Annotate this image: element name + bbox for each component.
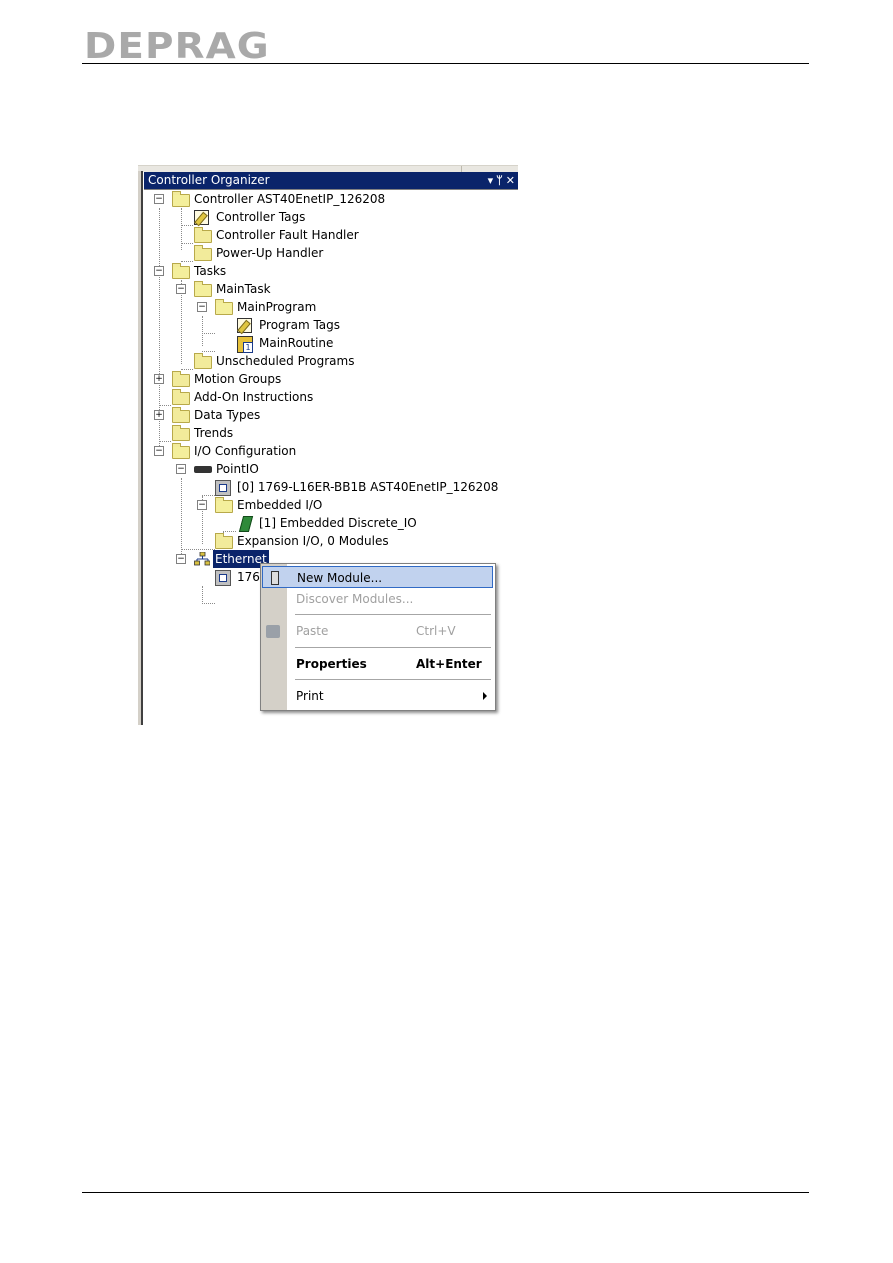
routine-icon bbox=[237, 336, 253, 353]
pin-icon[interactable]: ᛘ bbox=[496, 174, 506, 187]
panel-title: Controller Organizer bbox=[148, 173, 270, 187]
tree-node-label: 176 bbox=[237, 570, 260, 584]
tree-node-label: Embedded I/O bbox=[237, 498, 323, 512]
menu-separator bbox=[295, 679, 491, 680]
dropdown-icon[interactable]: ▾ bbox=[488, 174, 497, 187]
folder-icon bbox=[172, 407, 190, 423]
tree-node-label: PointIO bbox=[216, 462, 259, 476]
collapse-icon[interactable]: − bbox=[154, 194, 164, 204]
tree-node-label: MainProgram bbox=[237, 300, 317, 314]
folder-icon bbox=[172, 389, 190, 405]
menu-item-properties[interactable]: Properties Alt+Enter bbox=[261, 653, 495, 675]
tree-node-label: Unscheduled Programs bbox=[216, 354, 355, 368]
tree-node-label: Expansion I/O, 0 Modules bbox=[237, 534, 389, 548]
menu-separator bbox=[295, 647, 491, 648]
collapse-icon[interactable]: − bbox=[197, 500, 207, 510]
network-icon bbox=[194, 552, 210, 566]
menu-item-label: Discover Modules... bbox=[296, 592, 414, 606]
menu-item-discover-modules[interactable]: Discover Modules... bbox=[261, 588, 495, 610]
close-icon[interactable]: ✕ bbox=[506, 174, 518, 187]
tree-node-label: Data Types bbox=[194, 408, 261, 422]
discrete-io-icon bbox=[238, 516, 254, 532]
tree-node-label: Motion Groups bbox=[194, 372, 282, 386]
paste-icon bbox=[266, 625, 280, 638]
rack-icon bbox=[194, 466, 212, 473]
module-icon bbox=[271, 571, 279, 585]
tree-node-label: MainTask bbox=[216, 282, 271, 296]
collapse-icon[interactable]: − bbox=[154, 446, 164, 456]
folder-icon bbox=[194, 353, 212, 369]
folder-icon bbox=[194, 227, 212, 243]
window-edge-dark bbox=[141, 171, 143, 725]
collapse-icon[interactable]: − bbox=[197, 302, 207, 312]
menu-separator bbox=[295, 614, 491, 615]
task-icon bbox=[194, 281, 212, 297]
tree-node-label: Controller Tags bbox=[216, 210, 306, 224]
module-icon bbox=[215, 480, 231, 496]
menu-item-new-module[interactable]: New Module... bbox=[262, 566, 493, 588]
context-menu: New Module... Discover Modules... Paste … bbox=[260, 563, 496, 711]
module-icon bbox=[215, 570, 231, 586]
folder-open-icon bbox=[172, 443, 190, 459]
collapse-icon[interactable]: − bbox=[176, 554, 186, 564]
menu-item-paste[interactable]: Paste Ctrl+V bbox=[261, 620, 495, 642]
submenu-arrow-icon bbox=[483, 692, 487, 700]
folder-open-icon bbox=[172, 191, 190, 207]
tree-node-label: Program Tags bbox=[259, 318, 341, 332]
menu-item-label: Properties bbox=[296, 657, 367, 671]
panel-window-buttons[interactable]: ▾ᛘ✕ bbox=[488, 172, 518, 189]
tree-node-label: Tasks bbox=[194, 264, 227, 278]
menu-item-shortcut: Alt+Enter bbox=[416, 657, 482, 671]
folder-open-icon bbox=[215, 497, 233, 513]
tree-node-label: [0] 1769-L16ER-BB1B AST40EnetIP_126208 bbox=[237, 480, 499, 494]
header-rule bbox=[82, 63, 809, 64]
tree-node-label: I/O Configuration bbox=[194, 444, 297, 458]
folder-icon bbox=[172, 371, 190, 387]
tree-node-label: [1] Embedded Discrete_IO bbox=[259, 516, 417, 530]
menu-item-print[interactable]: Print bbox=[261, 685, 495, 707]
tree-node-label: Controller Fault Handler bbox=[216, 228, 359, 242]
program-icon bbox=[215, 299, 233, 315]
menu-item-label: Paste bbox=[296, 624, 329, 638]
expand-icon[interactable]: + bbox=[154, 374, 164, 384]
expand-icon[interactable]: + bbox=[154, 410, 164, 420]
deprag-logo: DEPRAG bbox=[84, 26, 270, 67]
tree-node-label: Power-Up Handler bbox=[216, 246, 324, 260]
menu-item-label: Print bbox=[296, 689, 324, 703]
tags-icon bbox=[194, 210, 209, 225]
tags-icon bbox=[237, 318, 252, 333]
toolbar-strip bbox=[138, 165, 518, 172]
collapse-icon[interactable]: − bbox=[154, 266, 164, 276]
folder-open-icon bbox=[172, 263, 190, 279]
menu-item-label: New Module... bbox=[297, 571, 383, 585]
folder-icon bbox=[194, 245, 212, 261]
folder-icon bbox=[172, 425, 190, 441]
collapse-icon[interactable]: − bbox=[176, 284, 186, 294]
tree-node-label: Add-On Instructions bbox=[194, 390, 314, 404]
tree-node-label: Trends bbox=[194, 426, 234, 440]
folder-icon bbox=[215, 533, 233, 549]
tree-node-label: Controller AST40EnetIP_126208 bbox=[194, 192, 386, 206]
footer-rule bbox=[82, 1192, 809, 1193]
collapse-icon[interactable]: − bbox=[176, 464, 186, 474]
panel-title-bar: Controller Organizer ▾ᛘ✕ bbox=[144, 172, 518, 189]
menu-item-shortcut: Ctrl+V bbox=[416, 624, 456, 638]
tree-node-label: MainRoutine bbox=[259, 336, 334, 350]
